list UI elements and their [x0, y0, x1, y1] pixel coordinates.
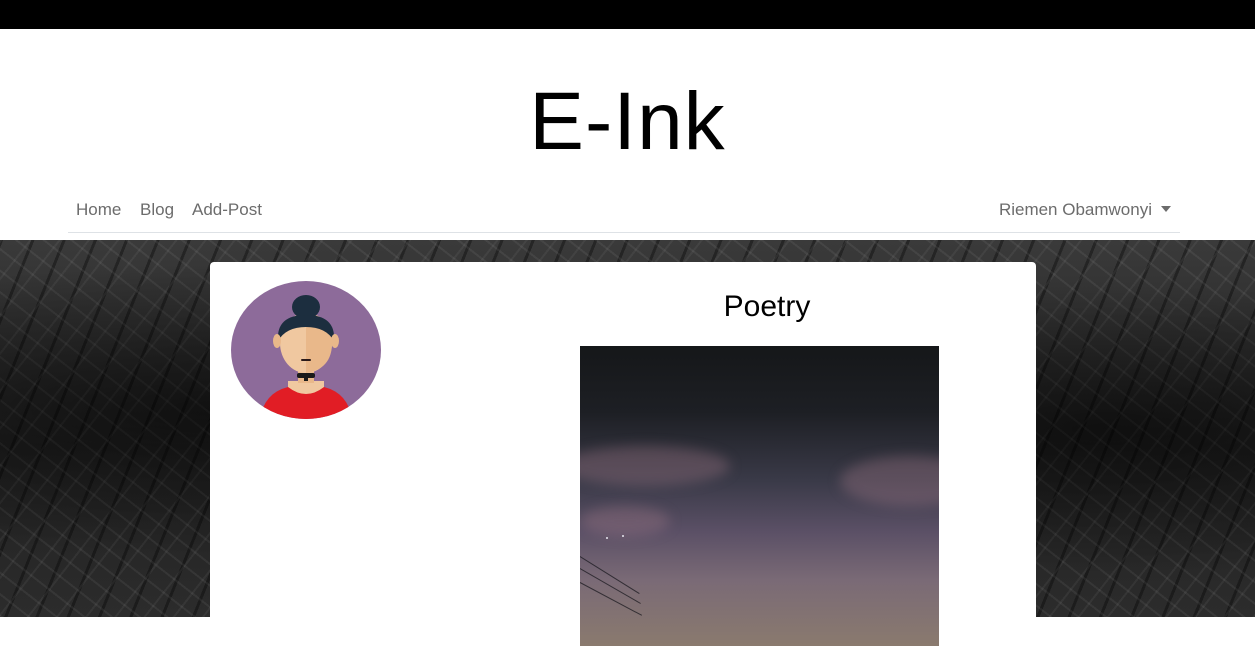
nav-blog-link[interactable]: Blog [140, 200, 174, 220]
post-title: Poetry [723, 290, 811, 323]
user-menu-dropdown[interactable]: Riemen Obamwonyi [999, 200, 1171, 220]
user-avatar [231, 281, 381, 419]
user-name: Riemen Obamwonyi [998, 200, 1152, 219]
nav-add-post-link[interactable]: Add-Post [192, 200, 262, 220]
site-title: E-Ink [529, 76, 726, 167]
post-image[interactable] [580, 346, 939, 646]
top-black-bar [0, 0, 1255, 29]
post-card: Poetry [210, 262, 1036, 646]
nav-home-link[interactable]: Home [76, 200, 121, 220]
chevron-down-icon [1161, 206, 1171, 212]
main-navbar: Home Blog Add-Post Riemen Obamwonyi [68, 190, 1180, 233]
